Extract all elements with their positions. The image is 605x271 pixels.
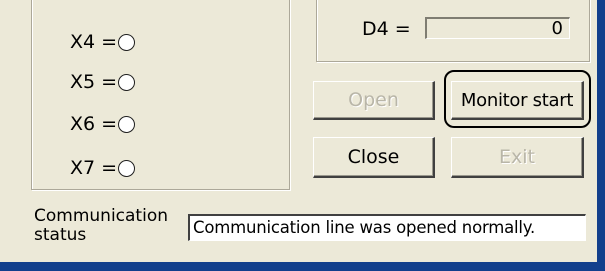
- x6-indicator-radio: [118, 115, 135, 133]
- input-row-x5: X5 =: [70, 70, 135, 94]
- input-label-x5: X5 =: [70, 71, 118, 93]
- input-label-x6: X6 =: [70, 113, 118, 135]
- input-label-x4: X4 =: [70, 31, 118, 53]
- communication-label-line2: status: [34, 225, 87, 245]
- monitor-start-button[interactable]: Monitor start: [451, 81, 584, 120]
- input-row-x7: X7 =: [70, 156, 135, 180]
- open-button[interactable]: Open: [313, 81, 435, 120]
- input-row-x4: X4 =: [70, 30, 135, 54]
- communication-status-label: Communication status: [34, 207, 184, 245]
- x4-indicator-radio: [118, 33, 135, 51]
- input-label-x7: X7 =: [70, 157, 118, 179]
- communication-status-field: Communication line was opened normally.: [188, 214, 586, 241]
- communication-label-line1: Communication: [34, 206, 168, 226]
- close-button[interactable]: Close: [313, 137, 435, 178]
- exit-button[interactable]: Exit: [451, 137, 584, 178]
- x7-indicator-radio: [118, 159, 135, 177]
- dialog-client-area: X4 = X5 = X6 = X7 = D4 = 0 Open Monitor …: [0, 0, 597, 262]
- d4-label: D4 =: [362, 18, 411, 40]
- input-row-x6: X6 =: [70, 112, 135, 136]
- x5-indicator-radio: [118, 73, 135, 91]
- d4-value-field: 0: [425, 17, 570, 39]
